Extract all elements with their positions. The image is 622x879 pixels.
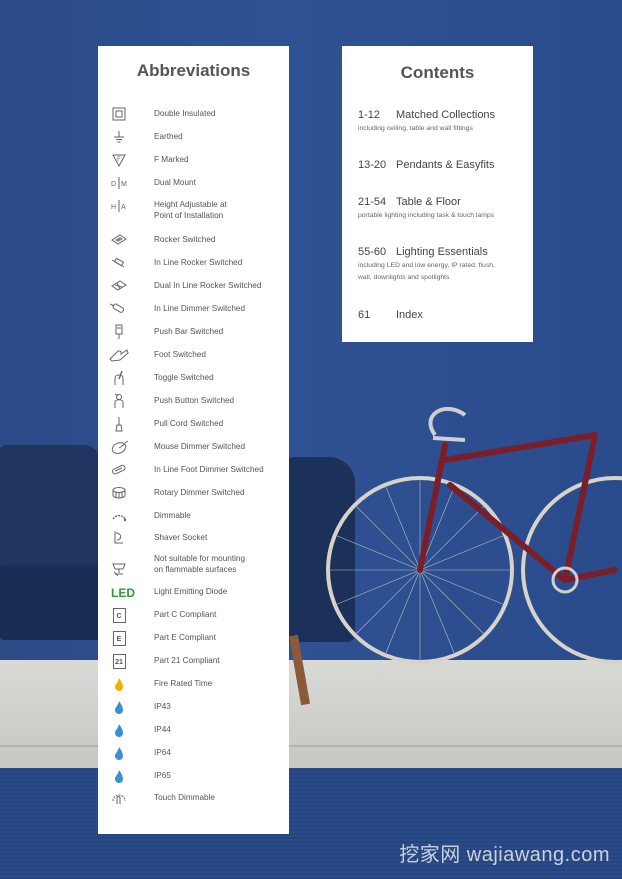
contents-section-title: Index bbox=[396, 309, 423, 321]
abbr-label: Dimmable bbox=[154, 511, 191, 520]
svg-text:M: M bbox=[121, 181, 127, 188]
abbr-label: Mouse Dimmer Switched bbox=[154, 442, 245, 451]
contents-title: Contents bbox=[400, 63, 475, 82]
part-c-icon: C bbox=[108, 607, 130, 623]
push-bar-icon bbox=[108, 324, 130, 340]
abbr-label: Earthed bbox=[154, 132, 183, 141]
contents-page-range: 61 bbox=[358, 309, 371, 321]
abbr-label: Rotary Dimmer Switched bbox=[154, 488, 245, 497]
contents-page-range: 55-60 bbox=[358, 246, 387, 258]
abbr-label: Part 21 Compliant bbox=[154, 656, 220, 665]
foot-switch-icon bbox=[108, 347, 130, 363]
contents-page-range: 13-20 bbox=[358, 159, 387, 171]
abbr-label: Light Emitting Diode bbox=[154, 587, 228, 596]
rocker-switch-icon bbox=[108, 232, 130, 248]
ip64-icon bbox=[108, 745, 130, 761]
abbr-label: Rocker Switched bbox=[154, 235, 216, 244]
part-e-icon: E bbox=[108, 630, 130, 646]
abbr-label: In Line Foot Dimmer Switched bbox=[154, 465, 264, 474]
inline-dimmer-icon bbox=[108, 301, 130, 317]
earthed-icon bbox=[108, 129, 130, 145]
watermark-text: 挖家网 wajiawang.com bbox=[399, 844, 610, 866]
bicycle bbox=[326, 407, 622, 664]
abbr-label: Shaver Socket bbox=[154, 533, 208, 542]
inline-foot-dimmer-icon bbox=[108, 462, 130, 478]
abbr-label: IP44 bbox=[154, 725, 171, 734]
abbr-label: In Line Rocker Switched bbox=[154, 258, 243, 267]
dimmable-icon bbox=[108, 508, 130, 524]
abbr-label: IP64 bbox=[154, 748, 171, 757]
abbr-label: F Marked bbox=[154, 155, 189, 164]
not-flammable-surface-icon bbox=[108, 561, 130, 577]
inline-rocker-icon bbox=[108, 255, 130, 271]
abbr-label: Part C Compliant bbox=[154, 610, 217, 619]
ip43-icon bbox=[108, 699, 130, 715]
contents-section-description: portable lighting including task & touch… bbox=[358, 212, 495, 219]
contents-section-title: Table & Floor bbox=[396, 196, 461, 208]
abbr-label: Toggle Switched bbox=[154, 373, 214, 382]
svg-text:A: A bbox=[121, 204, 126, 211]
abbr-label: Push Bar Switched bbox=[154, 327, 224, 336]
contents-section-description: including LED and low energy, IP rated, … bbox=[358, 262, 495, 281]
shaver-socket-icon bbox=[108, 530, 130, 546]
contents-page-range: 1-12 bbox=[358, 109, 381, 121]
abbr-label: Part E Compliant bbox=[154, 633, 216, 642]
ip44-icon bbox=[108, 722, 130, 738]
contents-section-description: including ceiling, table and wall fittin… bbox=[358, 125, 473, 132]
contents-section-title: Pendants & Easyfits bbox=[396, 159, 495, 171]
svg-text:H: H bbox=[111, 204, 116, 211]
svg-text:D: D bbox=[111, 181, 116, 188]
contents-section-title: Matched Collections bbox=[396, 109, 496, 121]
abbr-label: Double Insulated bbox=[154, 109, 216, 118]
abbreviations-panel: Abbreviations Double Insulated Earthed F… bbox=[98, 46, 289, 834]
height-adjustable-icon: HA bbox=[108, 198, 130, 214]
mouse-dimmer-icon bbox=[108, 439, 130, 455]
abbr-label: In Line Dimmer Switched bbox=[154, 304, 246, 313]
pull-cord-icon bbox=[108, 416, 130, 432]
ip65-icon bbox=[108, 768, 130, 784]
floor-line bbox=[0, 745, 622, 747]
led-icon: LED bbox=[111, 586, 135, 600]
toggle-switch-icon bbox=[108, 370, 130, 386]
f-marked-icon: F bbox=[108, 152, 130, 168]
abbr-label: Dual In Line Rocker Switched bbox=[154, 281, 262, 290]
touch-dimmable-icon bbox=[108, 790, 130, 806]
abbr-label: Height Adjustable at Point of Installatio… bbox=[154, 200, 227, 220]
part-21-icon: 21 bbox=[108, 653, 130, 669]
contents-section-title: Lighting Essentials bbox=[396, 246, 488, 258]
push-button-icon bbox=[108, 393, 130, 409]
fire-rated-icon bbox=[108, 676, 130, 692]
abbr-label: Pull Cord Switched bbox=[154, 419, 224, 428]
dual-inline-rocker-icon bbox=[108, 278, 130, 294]
abbr-label: Push Button Switched bbox=[154, 396, 235, 405]
abbr-label: IP65 bbox=[154, 771, 171, 780]
dual-mount-icon: DM bbox=[108, 175, 130, 191]
rotary-dimmer-icon bbox=[108, 485, 130, 501]
contents-panel: Contents 1-12 Matched Collections includ… bbox=[342, 46, 533, 342]
double-insulated-icon bbox=[108, 106, 130, 122]
abbr-label: Dual Mount bbox=[154, 178, 196, 187]
contents-page-range: 21-54 bbox=[358, 196, 387, 208]
abbr-label: IP43 bbox=[154, 702, 171, 711]
abbr-label: Fire Rated Time bbox=[154, 679, 213, 688]
svg-text:F: F bbox=[117, 157, 121, 163]
abbr-label: Foot Switched bbox=[154, 350, 206, 359]
abbr-label: Touch Dimmable bbox=[154, 793, 215, 802]
abbreviations-title: Abbreviations bbox=[136, 61, 251, 80]
abbr-label: Not suitable for mounting on flammable su… bbox=[154, 554, 246, 574]
